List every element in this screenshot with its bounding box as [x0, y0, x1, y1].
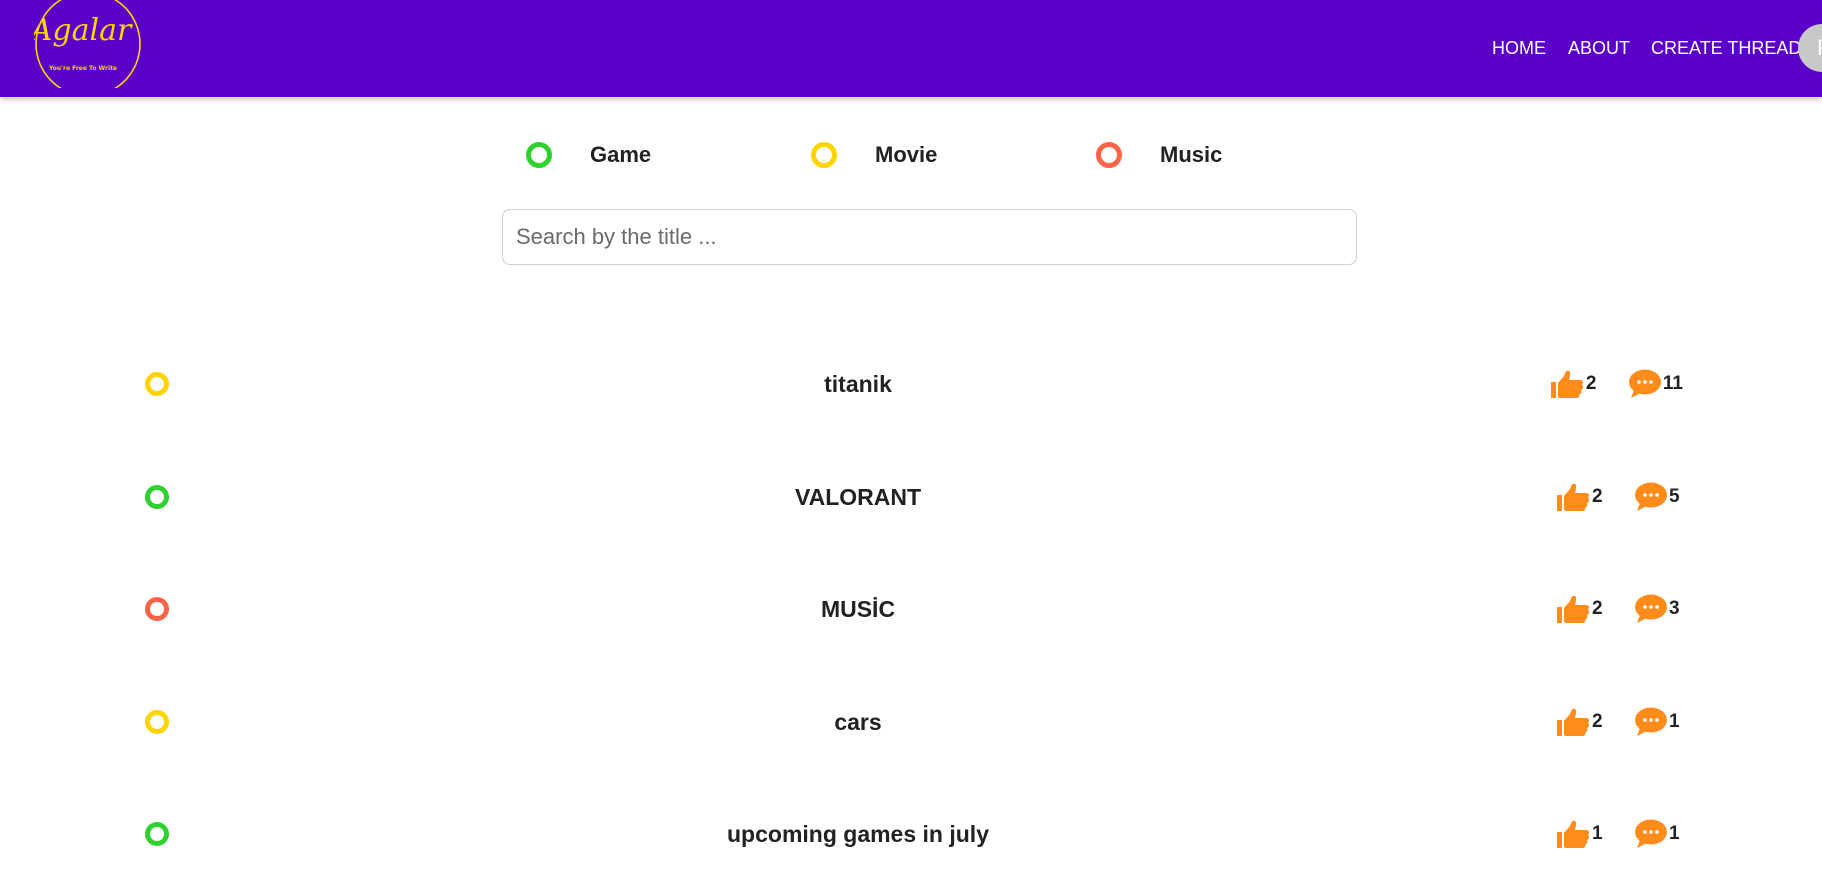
filter-label: Game: [590, 142, 652, 167]
music-category-icon: [1096, 142, 1122, 168]
game-category-icon: [526, 142, 552, 168]
comment-bubble-icon: [1635, 482, 1667, 511]
like-stat[interactable]: 2: [1555, 594, 1606, 624]
avatar-initial: F: [1817, 35, 1822, 60]
avatar[interactable]: F: [1798, 24, 1822, 72]
thread-stats: 2 5: [1555, 482, 1683, 512]
thumbs-up-icon: [1550, 370, 1583, 398]
thumbs-up-icon: [1557, 708, 1590, 736]
thread-title[interactable]: MUSİC: [143, 596, 1573, 623]
filter-music[interactable]: Music: [1096, 138, 1222, 172]
comment-stat[interactable]: 1: [1634, 819, 1683, 849]
comment-count: 1: [1669, 823, 1680, 844]
nav-home-link[interactable]: HOME: [1492, 38, 1546, 59]
like-stat[interactable]: 2: [1549, 369, 1600, 399]
comment-bubble-icon: [1628, 369, 1661, 398]
like-count: 2: [1592, 598, 1603, 619]
thread-stats: 2 3: [1555, 594, 1683, 624]
thread-title[interactable]: upcoming games in july: [143, 821, 1573, 848]
filter-label: Movie: [875, 142, 938, 167]
comment-count: 5: [1669, 486, 1680, 507]
thread-title[interactable]: titanik: [143, 371, 1573, 398]
thread-row[interactable]: VALORANT 2 5: [143, 476, 1683, 516]
thread-stats: 1 1: [1555, 819, 1683, 849]
thread-stats: 2 11: [1549, 369, 1683, 399]
thumbs-up-icon: [1557, 595, 1590, 623]
like-stat[interactable]: 2: [1555, 482, 1606, 512]
filter-movie[interactable]: Movie: [811, 138, 937, 172]
navbar: Agalar You're Free To Write HOME ABOUT C…: [0, 0, 1822, 97]
thread-row[interactable]: cars 2 1: [143, 701, 1683, 741]
filter-game[interactable]: Game: [526, 138, 651, 172]
svg-text:You're Free To Write: You're Free To Write: [48, 65, 117, 72]
thread-row[interactable]: upcoming games in july 1 1: [143, 813, 1683, 853]
like-stat[interactable]: 1: [1555, 819, 1606, 849]
comment-bubble-icon: [1635, 594, 1667, 623]
comment-stat[interactable]: 11: [1628, 369, 1683, 399]
filter-label: Music: [1160, 142, 1223, 167]
thread-row[interactable]: MUSİC 2 3: [143, 588, 1683, 628]
svg-text:Agalar: Agalar: [34, 13, 133, 48]
thread-row[interactable]: titanik 2 11: [143, 363, 1683, 403]
comment-stat[interactable]: 3: [1634, 594, 1683, 624]
thread-title[interactable]: cars: [143, 709, 1573, 736]
nav-create-thread-link[interactable]: CREATE THREAD: [1651, 38, 1801, 59]
nav-about-link[interactable]: ABOUT: [1568, 38, 1630, 59]
logo[interactable]: Agalar You're Free To Write: [28, 0, 142, 97]
like-stat[interactable]: 2: [1555, 707, 1606, 737]
like-count: 2: [1585, 373, 1597, 394]
like-count: 1: [1592, 823, 1603, 844]
thumbs-up-icon: [1557, 820, 1590, 848]
category-filters: Game Movie Music: [526, 138, 1246, 172]
nav-links: HOME ABOUT CREATE THREAD: [1492, 36, 1801, 60]
search-input[interactable]: [502, 209, 1357, 265]
comment-count: 3: [1669, 598, 1680, 619]
thumbs-up-icon: [1557, 483, 1590, 511]
comment-bubble-icon: [1635, 707, 1667, 736]
thread-stats: 2 1: [1555, 707, 1683, 737]
thread-title[interactable]: VALORANT: [143, 484, 1573, 511]
comment-count: 1: [1669, 711, 1680, 732]
comment-stat[interactable]: 5: [1634, 482, 1683, 512]
comment-bubble-icon: [1635, 819, 1667, 848]
like-count: 2: [1592, 711, 1603, 732]
movie-category-icon: [811, 142, 837, 168]
comment-count: 11: [1662, 373, 1683, 394]
logo-emblem: Agalar You're Free To Write: [28, 0, 141, 97]
like-count: 2: [1592, 486, 1603, 507]
comment-stat[interactable]: 1: [1634, 707, 1683, 737]
